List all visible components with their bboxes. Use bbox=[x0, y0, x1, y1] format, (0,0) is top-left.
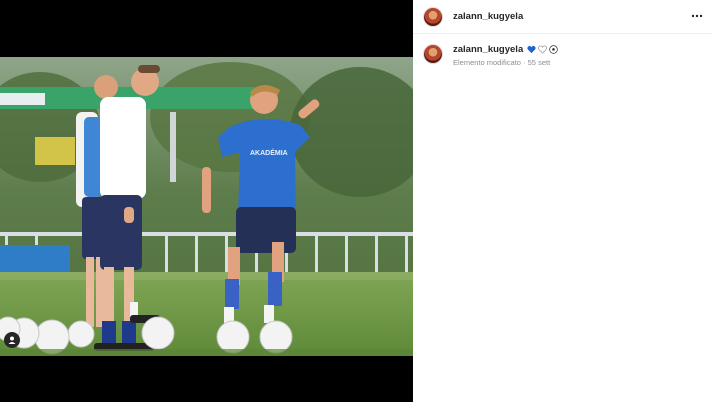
caption-avatar[interactable] bbox=[423, 44, 443, 64]
more-options-button[interactable] bbox=[690, 9, 704, 23]
white-heart-icon bbox=[538, 45, 548, 54]
post-time[interactable]: 55 sett bbox=[528, 58, 551, 67]
training-photo: AKADÉMIA bbox=[0, 57, 413, 356]
author-avatar[interactable] bbox=[423, 6, 443, 27]
edited-label: Elemento modificato bbox=[453, 58, 521, 67]
post-side-panel: zalann_kugyela zalann_kugyela Elemento m… bbox=[413, 0, 712, 402]
post-photo[interactable]: AKADÉMIA bbox=[0, 57, 413, 356]
blue-heart-icon bbox=[527, 45, 536, 54]
post-media: AKADÉMIA bbox=[0, 0, 413, 402]
caption-body: zalann_kugyela Elemento modificato · 55 … bbox=[453, 43, 558, 67]
caption-line: zalann_kugyela bbox=[453, 43, 558, 56]
caption-meta: Elemento modificato · 55 sett bbox=[453, 58, 558, 67]
caption-username[interactable]: zalann_kugyela bbox=[453, 43, 523, 56]
meta-separator: · bbox=[523, 58, 526, 67]
more-horizontal-icon bbox=[691, 14, 703, 18]
soccer-ball-icon bbox=[549, 45, 558, 54]
caption-comment: zalann_kugyela Elemento modificato · 55 … bbox=[413, 34, 712, 76]
caption-emojis bbox=[527, 45, 558, 54]
author-username[interactable]: zalann_kugyela bbox=[453, 11, 523, 22]
tagged-users-button[interactable] bbox=[4, 332, 20, 348]
user-icon bbox=[8, 336, 16, 344]
post-header: zalann_kugyela bbox=[413, 0, 712, 34]
svg-text:AKADÉMIA: AKADÉMIA bbox=[250, 148, 288, 157]
